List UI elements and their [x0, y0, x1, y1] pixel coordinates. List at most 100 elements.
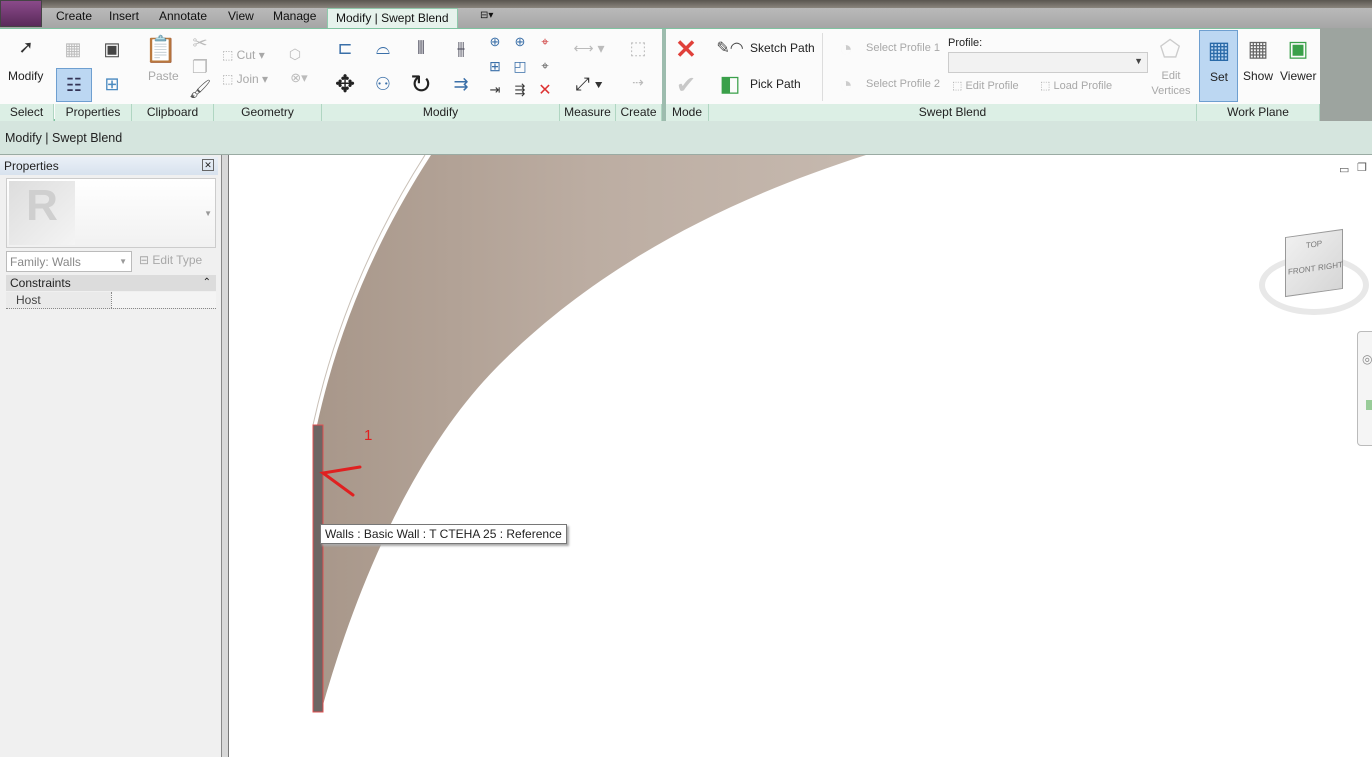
- tab-manage[interactable]: Manage: [273, 9, 316, 23]
- pin-icon[interactable]: ⌖: [536, 57, 554, 75]
- scale-icon[interactable]: ◰: [511, 57, 529, 75]
- viewcube-right[interactable]: RIGHT: [1318, 260, 1343, 272]
- family-types-icon[interactable]: ▣: [96, 33, 128, 65]
- panel-swept-blend[interactable]: Swept Blend: [709, 104, 1197, 122]
- trim-single-icon[interactable]: ⇶: [511, 81, 529, 99]
- property-row[interactable]: Host: [6, 292, 216, 309]
- application-menu-button[interactable]: [0, 0, 42, 27]
- select-profile-2-button[interactable]: Select Profile 2: [866, 78, 940, 90]
- wall-joins-icon[interactable]: ⬡: [286, 45, 304, 63]
- create-group-icon[interactable]: ⬚: [622, 33, 654, 63]
- set-label: Set: [1210, 70, 1229, 84]
- split-element-icon[interactable]: ⊕: [486, 33, 504, 51]
- show-work-plane-icon[interactable]: ▦: [1242, 34, 1274, 64]
- create-similar-icon[interactable]: ⇢: [622, 67, 654, 97]
- cut-geometry-button[interactable]: ⬚ Cut ▾: [222, 48, 265, 62]
- match-type-icon[interactable]: 🖌: [189, 79, 212, 99]
- tab-view[interactable]: View: [228, 9, 254, 23]
- profile-dropdown[interactable]: ▼: [948, 52, 1148, 73]
- viewcube[interactable]: TOP FRONT RIGHT: [1285, 228, 1343, 298]
- property-value: [111, 292, 216, 308]
- tab-modify-swept-blend[interactable]: Modify | Swept Blend: [327, 8, 458, 28]
- family-filter-dropdown[interactable]: Family: Walls ▼: [6, 251, 132, 272]
- modify-button[interactable]: Modify: [8, 69, 43, 83]
- tab-annotate[interactable]: Annotate: [159, 9, 207, 23]
- sketch-path-button[interactable]: Sketch Path: [750, 41, 815, 55]
- edit-vertices-button[interactable]: Edit Vertices: [1150, 69, 1192, 99]
- panel-clipboard[interactable]: Clipboard: [132, 104, 214, 122]
- type-selector[interactable]: R ▼: [6, 178, 216, 248]
- load-profile-button[interactable]: ⬚ Load Profile: [1040, 79, 1112, 92]
- cursor-icon[interactable]: ➚: [14, 35, 38, 59]
- measure-distance-icon[interactable]: ⟷ ▾: [566, 37, 612, 59]
- select-profile-2-icon[interactable]: ◔: [830, 71, 862, 99]
- options-bar: Modify | Swept Blend: [0, 121, 1372, 155]
- panel-select[interactable]: Select: [0, 104, 54, 122]
- set-work-plane-button[interactable]: ▦ Set: [1199, 30, 1238, 102]
- unpin-icon[interactable]: ⌖: [536, 33, 554, 51]
- collapse-icon[interactable]: ⌃: [203, 275, 211, 291]
- chevron-down-icon: ▼: [1134, 56, 1143, 66]
- copy-icon[interactable]: ❐: [190, 57, 210, 77]
- properties-title: Properties: [4, 159, 59, 173]
- cut-icon[interactable]: ✂: [190, 33, 210, 53]
- ribbon-empty-area: [1320, 28, 1372, 121]
- panel-properties[interactable]: Properties: [55, 104, 132, 122]
- steering-wheel-icon[interactable]: ◎: [1362, 352, 1372, 366]
- rotate-icon[interactable]: ↻: [406, 67, 436, 101]
- paste-button[interactable]: Paste: [148, 69, 179, 83]
- ribbon-minimize-icon[interactable]: ⊟▾: [480, 10, 493, 21]
- mirror-draw-axis-icon[interactable]: ⫵: [446, 33, 476, 63]
- offset-icon[interactable]: ⌓: [368, 33, 398, 63]
- type-properties-icon[interactable]: ▦: [57, 33, 89, 65]
- mirror-pick-axis-icon[interactable]: ⫴: [406, 33, 436, 63]
- finish-checkmark-icon[interactable]: ✔: [672, 71, 700, 99]
- pick-path-button[interactable]: Pick Path: [750, 77, 801, 91]
- edit-type-button[interactable]: ⊟ Edit Type: [139, 253, 202, 267]
- array-icon[interactable]: ⊞: [486, 57, 504, 75]
- properties-toggle-icon[interactable]: ☷: [56, 68, 92, 102]
- select-profile-1-icon[interactable]: ◔: [830, 35, 862, 63]
- viewer-button[interactable]: Viewer: [1280, 69, 1316, 83]
- minimize-view-icon[interactable]: ▭: [1339, 163, 1349, 176]
- split-gap-icon[interactable]: ⊕: [511, 33, 529, 51]
- close-icon[interactable]: ✕: [202, 159, 214, 171]
- delete-icon[interactable]: ✕: [536, 81, 554, 99]
- navigation-bar[interactable]: ◎: [1357, 331, 1372, 446]
- panel-work-plane[interactable]: Work Plane: [1197, 104, 1320, 122]
- zoom-icon[interactable]: [1366, 400, 1372, 410]
- edit-vertices-icon[interactable]: ⬠: [1154, 33, 1186, 65]
- tab-create[interactable]: Create: [56, 9, 92, 23]
- chevron-down-icon: ▼: [119, 257, 127, 266]
- trim-multiple-icon[interactable]: ⇥: [486, 81, 504, 99]
- panel-measure[interactable]: Measure: [560, 104, 616, 122]
- viewcube-front[interactable]: FRONT: [1288, 264, 1316, 277]
- dimension-icon[interactable]: ⤢ ▾: [566, 71, 612, 97]
- panel-geometry[interactable]: Geometry: [214, 104, 322, 122]
- cancel-icon[interactable]: ✕: [672, 34, 700, 64]
- panel-mode[interactable]: Mode: [666, 104, 709, 122]
- viewer-icon[interactable]: ▣: [1282, 34, 1314, 64]
- move-icon[interactable]: ✥: [330, 67, 360, 101]
- sketch-path-icon[interactable]: ✎◠: [714, 37, 746, 59]
- panel-create[interactable]: Create: [616, 104, 662, 122]
- drawing-canvas[interactable]: 1 ▭ ❐ TOP FRONT RIGHT ◎: [228, 155, 1372, 757]
- trim-extend-icon[interactable]: ⇉: [446, 67, 476, 101]
- title-bar: [0, 0, 1372, 8]
- join-geometry-button[interactable]: ⬚ Join ▾: [222, 72, 268, 86]
- edit-profile-button[interactable]: ⬚ Edit Profile: [952, 79, 1019, 92]
- split-face-icon[interactable]: ⊗▾: [284, 69, 314, 87]
- paste-icon[interactable]: 📋: [145, 33, 177, 65]
- tab-insert[interactable]: Insert: [109, 9, 139, 23]
- pick-path-icon[interactable]: ◧: [714, 69, 746, 99]
- panel-modify[interactable]: Modify: [322, 104, 560, 122]
- select-profile-1-button[interactable]: Select Profile 1: [866, 42, 940, 54]
- family-category-icon[interactable]: ⊞: [96, 68, 128, 100]
- restore-view-icon[interactable]: ❐: [1357, 161, 1367, 174]
- align-icon[interactable]: ⊏: [330, 33, 360, 63]
- constraints-section-header[interactable]: Constraints ⌃: [6, 275, 216, 291]
- annotation-number: 1: [364, 427, 373, 444]
- show-button[interactable]: Show: [1243, 69, 1273, 83]
- copy-element-icon[interactable]: ⚇: [368, 67, 398, 101]
- property-name: Host: [16, 293, 41, 307]
